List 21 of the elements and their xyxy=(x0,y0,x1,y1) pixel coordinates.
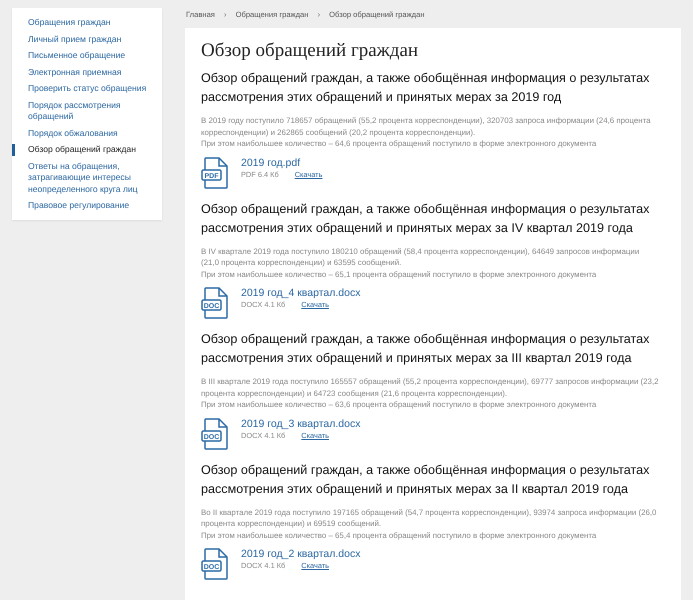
breadcrumb-separator: › xyxy=(317,10,320,18)
breadcrumb-separator: › xyxy=(224,10,227,18)
section-heading: Обзор обращений граждан, а также обобщённая информация о результатах рассмотрения этих обращений и принятых мерах за II квартал 2019 года xyxy=(201,462,650,498)
sidebar-link[interactable]: Обзор обращений граждан xyxy=(12,144,162,156)
sidebar-link[interactable]: Ответы на обращения, затрагивающие интересы неопределенного круга лиц xyxy=(12,160,162,195)
page-title: Обзор обращений граждан xyxy=(201,40,420,62)
sidebar-link[interactable]: Проверить статус обращения xyxy=(12,83,162,94)
sidebar-link[interactable]: Электронная приемная xyxy=(12,66,162,78)
file-link[interactable]: 2019 год_2 квартал.docx xyxy=(241,548,360,560)
section-heading: Обзор обращений граждан, а также обобщённая информация о результатах рассмотрения этих обращений и принятых мерах за 2019 год xyxy=(201,70,650,106)
file-link[interactable]: 2019 год_3 квартал.docx xyxy=(241,418,360,430)
sidebar-link[interactable]: Письменное обращение xyxy=(12,50,162,62)
section-heading: Обзор обращений граждан, а также обобщённая информация о результатах рассмотрения этих обращений и принятых мерах за III квартал 2019 года xyxy=(201,331,650,367)
file-link[interactable]: 2019 год_4 квартал.docx xyxy=(241,287,360,299)
sidebar-link[interactable]: Порядок рассмотрения обращений xyxy=(12,100,162,122)
sidebar-link[interactable]: Правовое регулирование xyxy=(12,200,162,212)
sidebar-link[interactable]: Обращения граждан xyxy=(12,17,162,28)
section-heading: Обзор обращений граждан, а также обобщённая информация о результатах рассмотрения этих обращений и принятых мерах за IV квартал 2019 года xyxy=(201,200,650,237)
sidebar-link[interactable]: Личный прием граждан xyxy=(12,34,162,45)
file-link[interactable]: 2019 год.pdf xyxy=(241,156,322,168)
sidebar-link[interactable]: Порядок обжалования xyxy=(12,128,162,139)
